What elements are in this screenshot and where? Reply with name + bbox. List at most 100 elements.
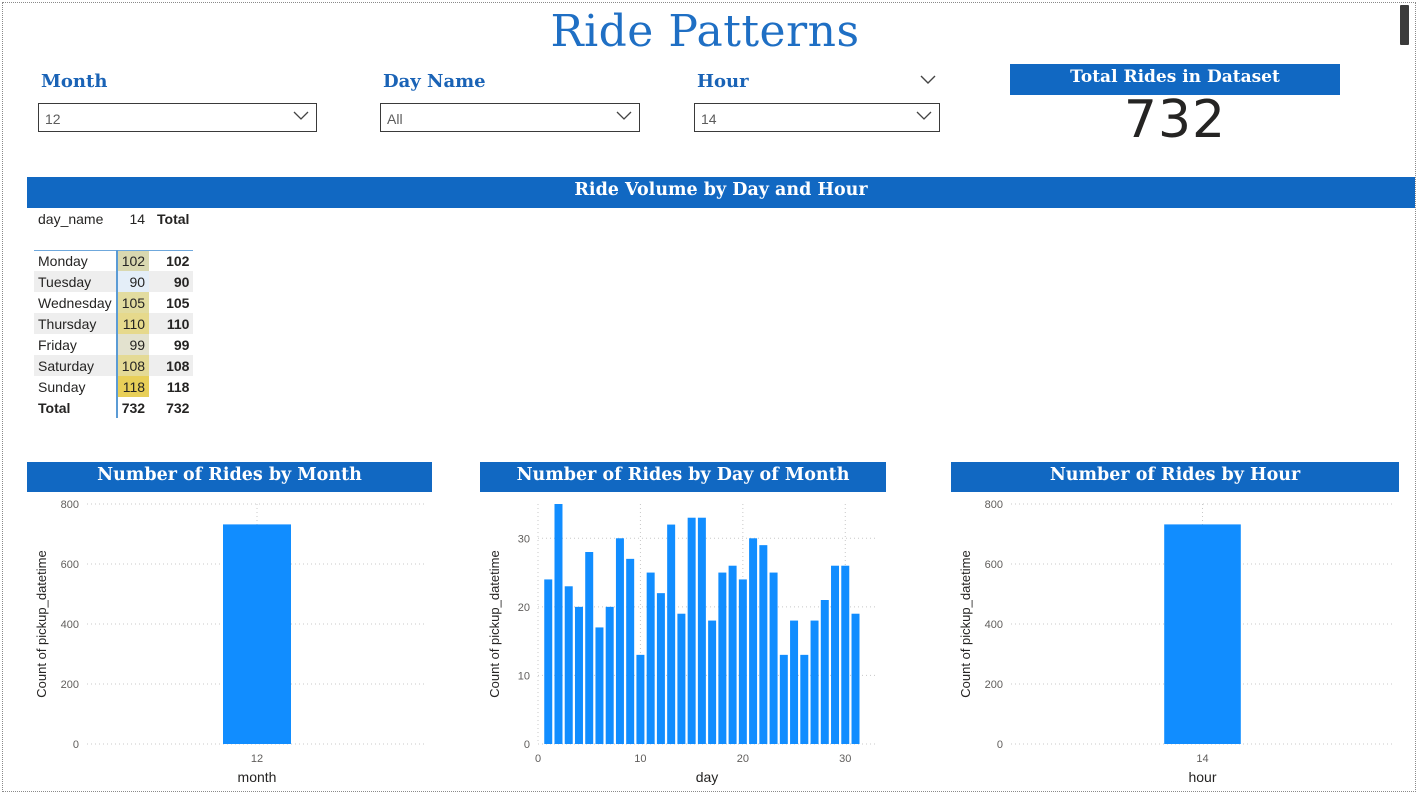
x-tick-label: 12	[251, 753, 263, 765]
day-name-slicer-label: Day Name	[383, 71, 486, 92]
bar	[605, 606, 614, 744]
matrix-row-label: Friday	[38, 336, 77, 353]
matrix-cell: 90	[115, 271, 150, 292]
matrix-cell: 105	[115, 292, 150, 313]
bar	[687, 517, 696, 744]
bar	[779, 654, 788, 744]
day-name-slicer-dropdown[interactable]: All	[380, 103, 640, 132]
matrix-row: Saturday 108 108	[34, 355, 194, 376]
y-tick-label: 600	[985, 559, 1003, 571]
matrix-row-total: 110	[166, 315, 190, 332]
chevron-down-icon	[916, 111, 932, 120]
matrix-title: Ride Volume by Day and Hour	[27, 177, 1415, 208]
x-axis-title: hour	[1188, 769, 1216, 785]
matrix-row: Tuesday 90 90	[34, 271, 194, 292]
matrix-total-cell: 732	[115, 397, 150, 418]
matrix-row-label: Saturday	[38, 357, 95, 374]
matrix-column-header[interactable]: day_name	[34, 208, 117, 229]
bar	[626, 558, 635, 744]
matrix-row: Sunday 118 118	[34, 376, 193, 397]
y-tick-label: 200	[61, 679, 79, 691]
bar	[820, 600, 829, 744]
chart-title-month: Number of Rides by Month	[27, 462, 432, 492]
day-name-slicer-value: All	[387, 111, 403, 127]
matrix-cell: 110	[115, 313, 150, 334]
bar	[223, 524, 291, 744]
y-tick-label: 600	[61, 559, 79, 571]
bar	[749, 538, 758, 744]
y-tick-label: 10	[518, 670, 530, 682]
matrix-row-label: Monday	[34, 249, 117, 271]
matrix-cell: 102	[115, 249, 150, 271]
matrix-row: Thursday 110 110	[34, 313, 194, 334]
bar	[800, 654, 809, 744]
matrix-cell: 118	[115, 376, 150, 397]
bar	[1164, 524, 1241, 744]
y-axis-title: Count of pickup_datetime	[487, 550, 502, 697]
bar	[656, 593, 665, 744]
hour-slicer-dropdown[interactable]: 14	[694, 103, 940, 132]
y-tick-label: 200	[985, 679, 1003, 691]
chevron-down-icon	[616, 111, 632, 120]
x-tick-label: 14	[1196, 753, 1208, 765]
rides-by-day-chart: 0 10 20 30 Count of pickup_datetimeday 0 10 20 3…	[487, 504, 876, 785]
bar	[554, 504, 563, 744]
matrix-row-total: 102	[149, 249, 194, 271]
bar	[574, 606, 583, 744]
hour-slicer-value: 14	[701, 111, 717, 127]
matrix-row: Friday 99 99	[34, 334, 193, 355]
x-axis-title: month	[238, 769, 277, 785]
matrix-row-label: Thursday	[38, 315, 97, 332]
kpi-card-value: 732	[1123, 90, 1227, 150]
bar	[759, 545, 768, 744]
matrix-row-label: Wednesday	[38, 294, 112, 311]
y-tick-label: 800	[985, 499, 1003, 511]
bar	[810, 620, 819, 744]
chart-title-day-of-month: Number of Rides by Day of Month	[480, 462, 886, 492]
page-title: Ride Patterns	[550, 6, 860, 57]
matrix-total-row: Total 732 732	[34, 397, 193, 418]
bar	[677, 613, 686, 744]
bar	[615, 538, 624, 744]
bar	[841, 565, 850, 744]
bar	[769, 572, 778, 744]
bar	[585, 552, 594, 744]
bar	[564, 586, 573, 744]
y-tick-label: 20	[518, 602, 530, 614]
bar	[851, 613, 860, 744]
hour-slicer-label: Hour	[697, 71, 749, 92]
y-tick-label: 0	[73, 739, 79, 751]
matrix-cell: 99	[115, 334, 150, 355]
matrix-column-header[interactable]: Total	[149, 208, 193, 229]
bar	[790, 620, 799, 744]
matrix-row: Wednesday 105 105	[34, 292, 193, 313]
y-tick-label: 400	[985, 619, 1003, 631]
bar	[738, 579, 747, 744]
y-tick-label: 30	[518, 533, 530, 545]
matrix-cell: 108	[115, 355, 150, 376]
hour-slicer-collapse-chevron-icon[interactable]	[920, 75, 936, 85]
bar	[636, 654, 645, 744]
rides-by-month-chart: 0 200 400 600 800 Count of pickup_datetimemon…	[34, 499, 427, 785]
y-tick-label: 400	[61, 619, 79, 631]
bar	[595, 627, 604, 744]
x-axis-title: day	[696, 769, 719, 785]
bar	[646, 572, 655, 744]
bar	[697, 517, 706, 744]
month-slicer-label: Month	[41, 71, 108, 92]
matrix-row-label: Tuesday	[38, 273, 92, 290]
matrix-row-total: 108	[166, 357, 190, 374]
x-tick-label: 0	[535, 753, 541, 765]
matrix-row-label: Sunday	[38, 378, 86, 395]
y-tick-label: 0	[997, 739, 1003, 751]
matrix-total-label: Total	[38, 399, 71, 416]
matrix-column-header[interactable]: 14	[117, 208, 149, 229]
bar	[667, 524, 676, 744]
bar	[831, 565, 840, 744]
y-tick-label: 800	[61, 499, 79, 511]
matrix-grand-total: 732	[166, 399, 190, 416]
month-slicer-dropdown[interactable]: 12	[38, 103, 317, 132]
y-axis-title: Count of pickup_datetime	[958, 550, 973, 697]
x-tick-label: 20	[737, 753, 749, 765]
x-tick-label: 30	[839, 753, 851, 765]
